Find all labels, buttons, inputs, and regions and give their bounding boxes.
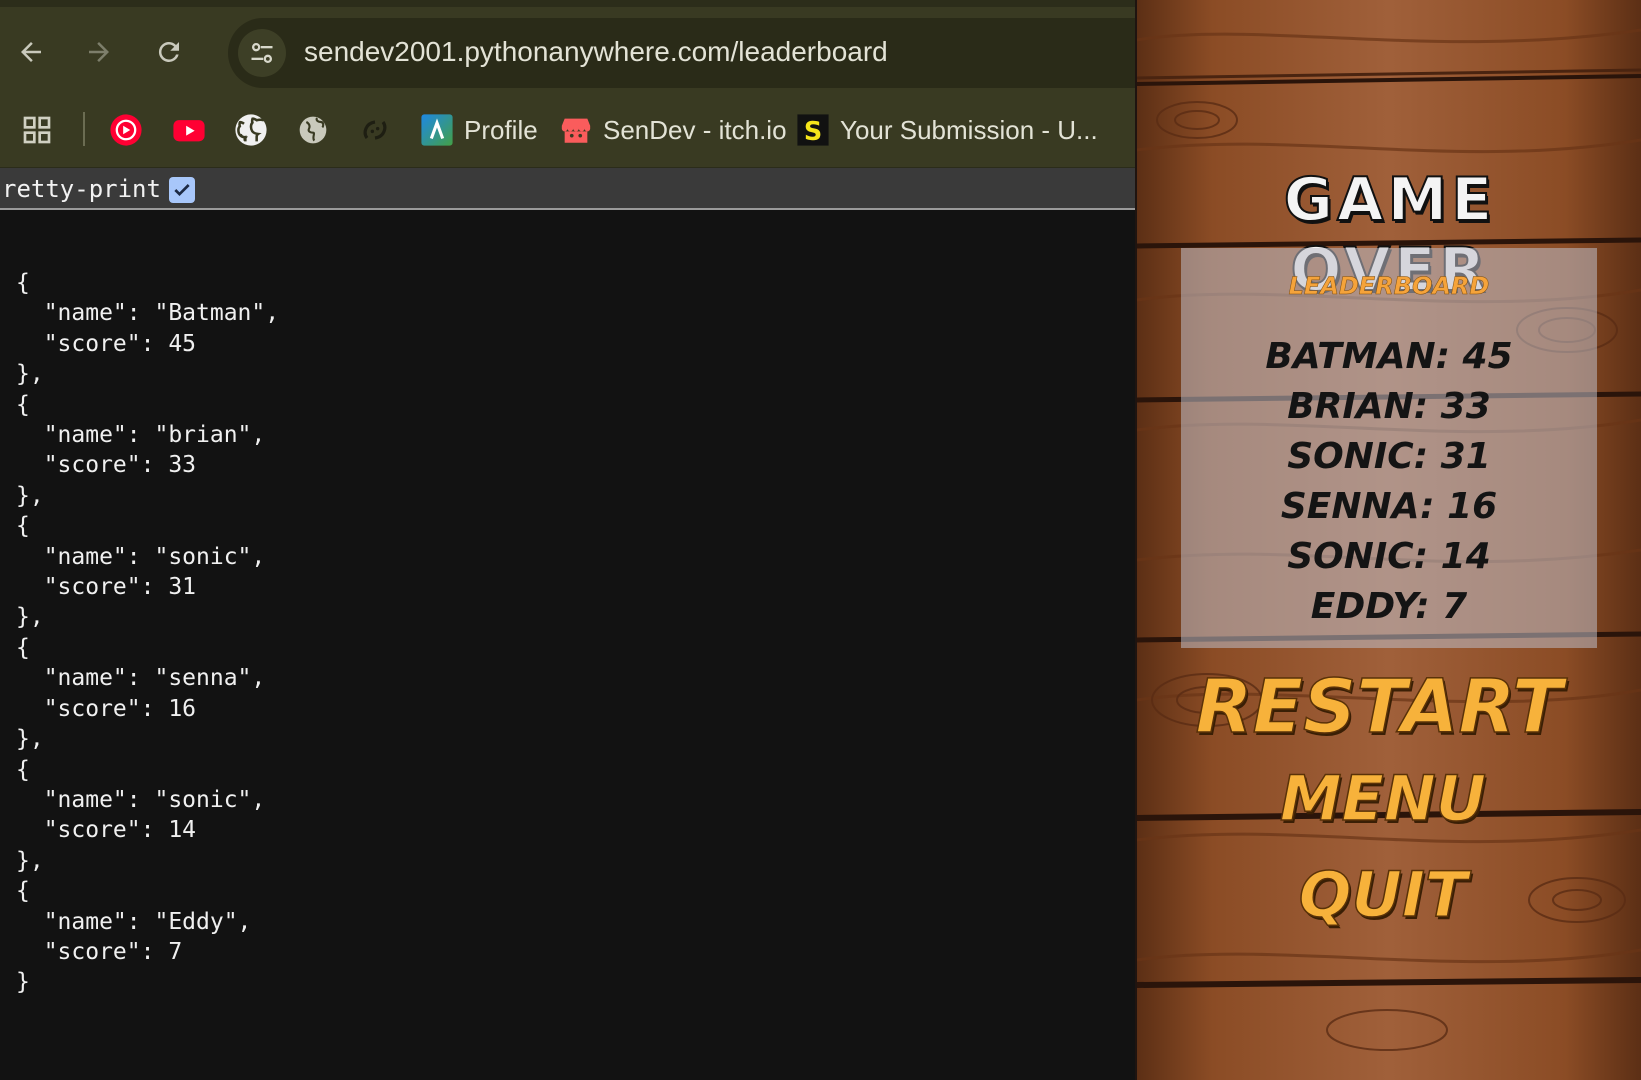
bookmark-github[interactable]	[234, 110, 268, 150]
pretty-print-label: retty-print	[2, 175, 161, 203]
json-content: { "name": "Batman", "score": 45 }, { "na…	[16, 270, 280, 996]
s-logo-icon: S	[796, 113, 830, 147]
swirl-icon	[358, 113, 392, 147]
menu-button[interactable]: MENU	[1137, 761, 1635, 836]
youtube-music-icon	[109, 113, 143, 147]
leaderboard-heading: LEADERBOARD	[1288, 272, 1490, 301]
globe-icon	[296, 113, 330, 147]
leaderboard-row: SONIC: 31	[1287, 436, 1491, 477]
pretty-print-checkbox[interactable]	[169, 177, 195, 203]
bookmark-label: Your Submission - U...	[840, 114, 1098, 145]
tune-icon	[251, 42, 273, 64]
leaderboard-row: SONIC: 14	[1287, 536, 1491, 577]
bookmarks-separator	[83, 112, 85, 146]
site-info-button[interactable]	[238, 29, 286, 77]
bookmarks-bar: Profile SenDev - itch.io S Your Submissi…	[0, 92, 1137, 168]
bookmark-label: SenDev - itch.io	[603, 114, 787, 145]
bookmark-apps[interactable]	[20, 110, 54, 150]
browser-window: sendev2001.pythonanywhere.com/leaderboar…	[0, 0, 1137, 1080]
address-bar[interactable]: sendev2001.pythonanywhere.com/leaderboar…	[228, 18, 1137, 88]
back-button[interactable]	[9, 30, 53, 74]
reload-button[interactable]	[147, 30, 191, 74]
profile-app-icon	[420, 113, 454, 147]
github-icon	[234, 113, 268, 147]
svg-text:S: S	[804, 117, 822, 147]
reload-icon	[158, 41, 179, 62]
leaderboard-row: BATMAN: 45	[1265, 336, 1513, 377]
bookmark-youtube[interactable]	[172, 110, 206, 150]
quit-button[interactable]: QUIT	[1137, 857, 1635, 932]
checkmark-icon	[174, 184, 190, 197]
apps-grid-icon	[20, 113, 54, 147]
bookmark-itch[interactable]: SenDev - itch.io	[559, 110, 787, 150]
bookmark-swirl[interactable]	[358, 110, 392, 150]
bookmark-globe[interactable]	[296, 110, 330, 150]
bookmark-profile[interactable]: Profile	[420, 110, 538, 150]
forward-button[interactable]	[77, 30, 121, 74]
restart-button[interactable]: RESTART	[1137, 663, 1631, 751]
url-text[interactable]: sendev2001.pythonanywhere.com/leaderboar…	[304, 36, 888, 68]
bookmark-youtube-music[interactable]	[109, 110, 143, 150]
pretty-print-bar: retty-print	[0, 168, 1137, 210]
browser-toolbar: sendev2001.pythonanywhere.com/leaderboar…	[0, 0, 1137, 92]
leaderboard-row: SENNA: 16	[1280, 486, 1498, 527]
game-window: GAME OVER LEADERBOARD BATMAN: 45 BRIAN: …	[1137, 0, 1641, 1080]
leaderboard-row: BRIAN: 33	[1287, 386, 1491, 427]
leaderboard-row: EDDY: 7	[1310, 586, 1468, 627]
tab-strip	[0, 0, 1137, 7]
bookmark-submission[interactable]: S Your Submission - U...	[796, 110, 1098, 150]
bookmark-label: Profile	[464, 114, 538, 145]
forward-arrow-icon	[89, 42, 109, 62]
youtube-icon	[172, 113, 206, 147]
itch-io-icon	[559, 113, 593, 147]
leaderboard-panel: LEADERBOARD BATMAN: 45 BRIAN: 33 SONIC: …	[1181, 248, 1597, 648]
back-arrow-icon	[21, 42, 41, 62]
